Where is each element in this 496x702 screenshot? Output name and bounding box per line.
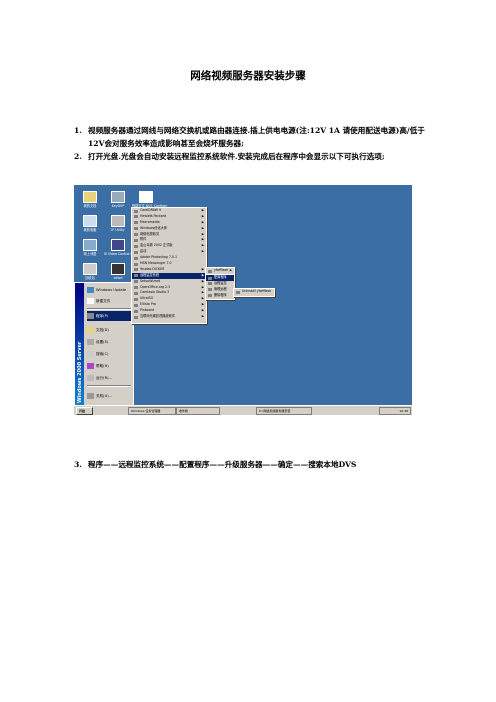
taskbar-clock: 10:48 <box>379 407 411 415</box>
desktop-icon: IP Utility <box>104 215 132 232</box>
desktop-icon: 快捷方式 NVS_Configer <box>132 191 167 208</box>
document-title: 网络视频服务器安装步骤 <box>190 70 306 82</box>
network-icon <box>83 239 97 251</box>
remote-item-uninstall[interactable]: 删除程序 <box>206 293 234 299</box>
document-icon <box>87 298 94 304</box>
taskbar-task[interactable]: Windows 任务管理器 <box>128 407 176 415</box>
desktop-icon: 回收站 <box>76 263 104 280</box>
windows-desktop-screenshot: 我的文档 KeyDVP 快捷方式 NVS_Configer 我的电脑 IP Ut… <box>74 185 412 415</box>
start-item-new-file[interactable]: 新建文件 <box>87 296 131 306</box>
help-icon <box>87 363 94 369</box>
app-icon <box>111 215 125 227</box>
desktop-icon: KeyDVP <box>104 191 132 208</box>
step-text: 视频服务器通过网线与网络交换机或路由器连接.插上供电电源(注:12V 1A 请使… <box>88 126 425 148</box>
step-number: 2. <box>74 152 82 161</box>
folder-icon <box>83 191 97 203</box>
computer-icon <box>83 215 97 227</box>
step-number: 1. <box>74 126 82 135</box>
step-text: 打开光盘.光盘会自动安装远程监控系统软件.安装完成后在程序中会显示以下可执行选项… <box>88 152 385 161</box>
run-icon <box>87 375 94 381</box>
start-item-programs[interactable]: 程序(P) <box>87 311 131 321</box>
step-3: 3. 程序——远程监控系统——配置程序——升级服务器——确定——搜索本地DVS <box>74 458 426 471</box>
start-item-run[interactable]: 运行(R)... <box>87 373 131 383</box>
globe-icon <box>87 287 94 293</box>
desktop-icon: 网上邻居 <box>76 239 104 256</box>
start-item-search[interactable]: 搜索(C) <box>87 349 131 359</box>
programs-icon <box>87 313 94 319</box>
desktop-icon: iddvd <box>104 263 132 280</box>
app-icon <box>111 191 125 203</box>
gear-icon <box>87 339 94 345</box>
start-item-documents[interactable]: 文档(D) <box>87 325 131 335</box>
start-item-help[interactable]: 帮助(H) <box>87 361 131 371</box>
menu-divider <box>87 385 131 387</box>
menu-divider <box>87 308 131 310</box>
app-icon <box>111 263 125 275</box>
step-text: 程序——远程监控系统——配置程序——升级服务器——确定——搜索本地DVS <box>88 460 357 469</box>
step-1: 1. 视频服务器通过网线与网络交换机或路由器连接.插上供电电源(注:12V 1A… <box>74 124 426 150</box>
start-button[interactable]: 开始 <box>76 407 93 415</box>
programs-submenu: CorelDRAW 9 ▶ Hewlett-Packard ▶ Macromedia… <box>131 207 207 324</box>
power-icon <box>87 393 94 399</box>
search-icon <box>87 351 94 357</box>
start-menu: Windows 2000 Server Windows Update 新建文件 … <box>74 282 134 408</box>
taskbar: 开始 Windows 任务管理器 收件箱 D:\网络视频服务器安装 10:48 <box>74 405 412 415</box>
step-number: 3. <box>74 460 82 469</box>
program-item[interactable]: 互联网光碟影视播放软件 ▶ <box>132 314 206 320</box>
desktop-icon: 我的文档 <box>76 191 104 208</box>
uninstall-item[interactable]: Uninstall yfwfflash <box>234 289 274 295</box>
taskbar-task[interactable]: D:\网络视频服务器安装 <box>256 407 312 415</box>
start-item-windows-update[interactable]: Windows Update <box>87 285 131 295</box>
folder-icon <box>87 327 94 333</box>
vendor-item[interactable]: yfwfflash ▶ <box>206 268 234 274</box>
start-item-settings[interactable]: 设置(S) <box>87 337 131 347</box>
step-2: 2. 打开光盘.光盘会自动安装远程监控系统软件.安装完成后在程序中会显示以下可执… <box>74 150 426 163</box>
desktop-icon: 我的电脑 <box>76 215 104 232</box>
desktop-icon: IE Video Control Center <box>104 239 141 256</box>
video-icon <box>111 239 125 251</box>
recycle-bin-icon <box>83 263 97 275</box>
taskbar-task[interactable]: 收件箱 <box>176 407 220 415</box>
start-item-shutdown[interactable]: 关机(U)... <box>87 391 131 401</box>
shortcut-icon <box>139 191 153 203</box>
remote-monitoring-submenu: 配置程序 远程监控 管理远程 删除程序 <box>205 274 235 300</box>
start-menu-banner: Windows 2000 Server <box>75 283 84 407</box>
uninstall-flyout: Uninstall yfwfflash <box>233 288 275 297</box>
chevron-right-icon: ▶ <box>201 314 204 319</box>
